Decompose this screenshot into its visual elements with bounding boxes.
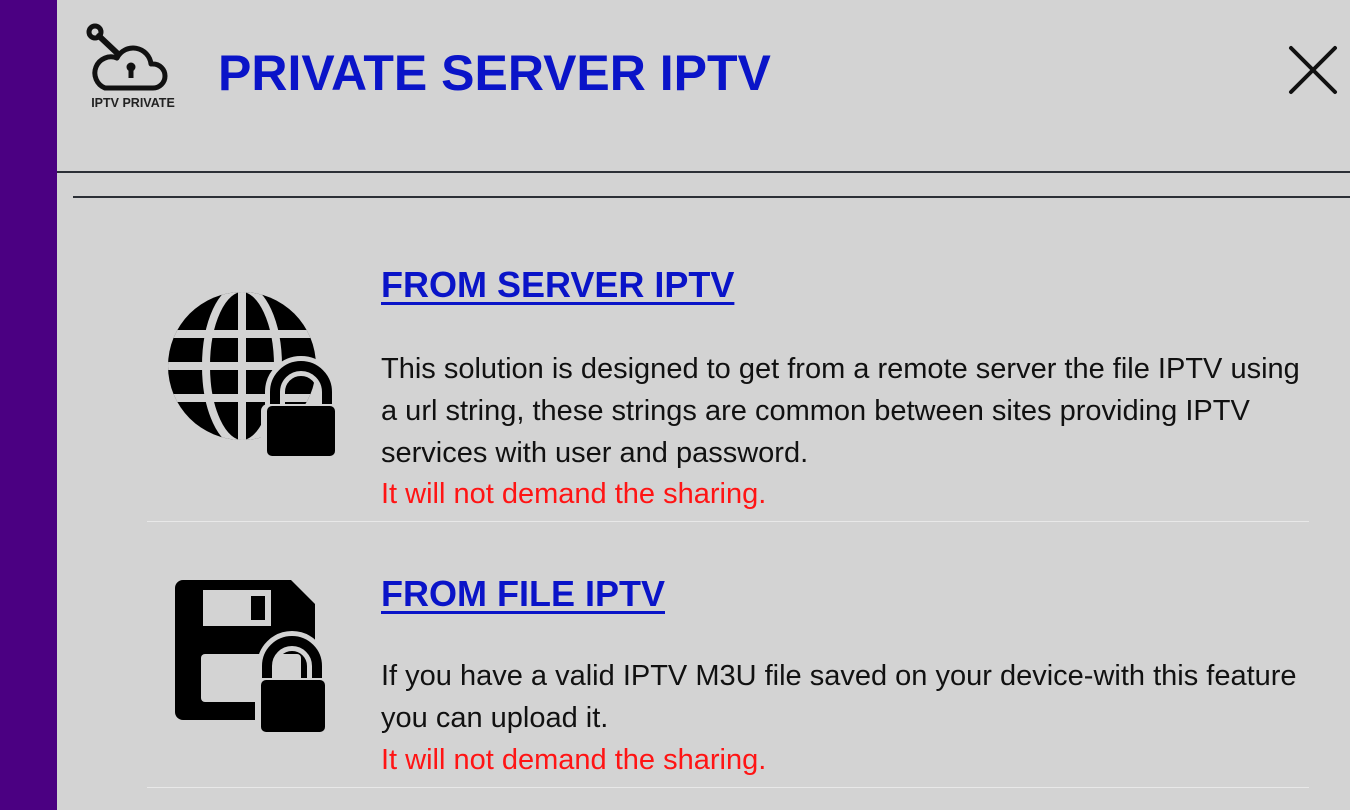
option-description: This solution is designed to get from a …	[381, 353, 1300, 469]
close-button[interactable]	[1285, 42, 1341, 98]
header-divider-secondary	[73, 196, 1350, 198]
option-note: It will not demand the sharing.	[381, 478, 767, 510]
side-strip	[0, 0, 57, 810]
option-from-file[interactable]: FROM FILE IPTV If you have a valid IPTV …	[147, 560, 1309, 790]
floppy-lock-icon	[175, 580, 335, 745]
close-icon	[1289, 46, 1337, 94]
option-divider	[147, 521, 1309, 522]
header-divider	[57, 171, 1350, 173]
option-divider	[147, 787, 1309, 788]
option-description: If you have a valid IPTV M3U file saved …	[381, 660, 1297, 734]
globe-lock-icon	[167, 286, 341, 462]
option-note: It will not demand the sharing.	[381, 744, 767, 776]
dialog-panel: IPTV PRIVATE PRIVATE SERVER IPTV FROM SE…	[57, 0, 1350, 810]
option-title[interactable]: FROM FILE IPTV	[381, 573, 665, 615]
cloud-key-icon	[86, 23, 168, 91]
option-title[interactable]: FROM SERVER IPTV	[381, 264, 734, 306]
option-from-server[interactable]: FROM SERVER IPTV This solution is design…	[147, 250, 1309, 525]
page-title: PRIVATE SERVER IPTV	[218, 45, 771, 101]
logo-caption: IPTV PRIVATE	[91, 96, 175, 110]
app-logo: IPTV PRIVATE	[83, 22, 183, 114]
